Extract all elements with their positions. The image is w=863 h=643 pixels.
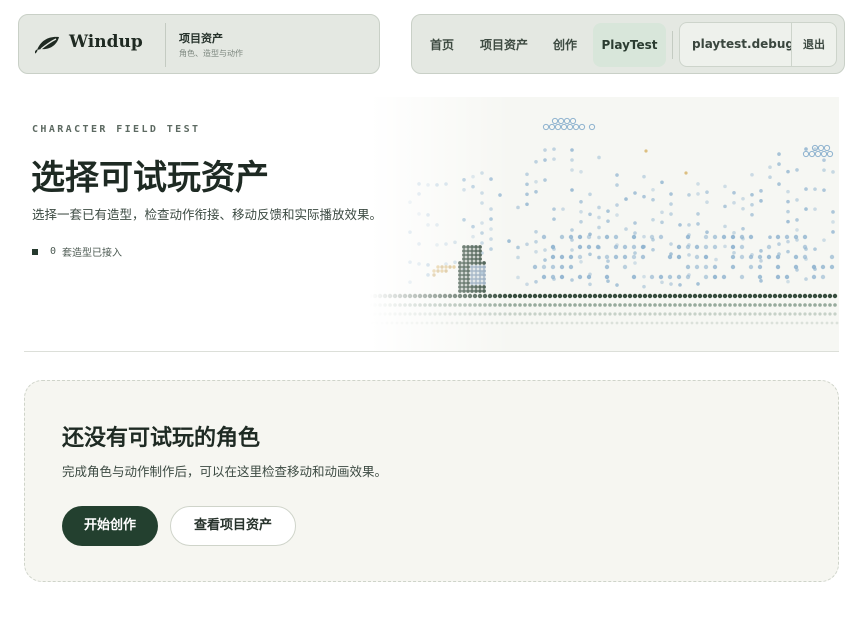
start-creating-button[interactable]: 开始创作 [62, 506, 158, 546]
nav-item-create[interactable]: 创作 [545, 23, 585, 67]
empty-state-title: 还没有可试玩的角色 [62, 425, 261, 451]
asset-count-number: 0 [50, 246, 57, 257]
brand-divider [165, 23, 166, 67]
nav-item-project-assets[interactable]: 项目资产 [472, 23, 536, 67]
empty-state-card: 还没有可试玩的角色 完成角色与动作制作后，可以在这里检查移动和动画效果。 开始创… [24, 380, 839, 582]
brand-section-title: 项目资产 [179, 32, 223, 45]
brand-section-subtitle: 角色、造型与动作 [179, 49, 243, 58]
asset-count: 0 套造型已接入 [32, 244, 122, 259]
count-square-icon [32, 248, 38, 255]
hero-divider [24, 351, 839, 352]
nav-divider [672, 31, 673, 59]
pixel-field-illustration [370, 97, 839, 351]
leaf-bird-icon [35, 36, 59, 54]
brand-card[interactable]: Windup 项目资产 角色、造型与动作 [18, 14, 380, 74]
nav-item-home[interactable]: 首页 [422, 23, 462, 67]
logout-button[interactable]: 退出 [791, 23, 836, 66]
brand-name: Windup [69, 32, 143, 52]
empty-state-description: 完成角色与动作制作后，可以在这里检查移动和动画效果。 [62, 464, 388, 479]
nav-item-playtest[interactable]: PlayTest [593, 23, 666, 67]
main-nav: 首页 项目资产 创作 PlayTest playtest.debug.2 退出 [411, 14, 845, 74]
view-project-assets-button[interactable]: 查看项目资产 [170, 506, 296, 546]
asset-count-label: 套造型已接入 [62, 248, 123, 259]
hero-description: 选择一套已有造型，检查动作衔接、移动反馈和实际播放效果。 [32, 207, 383, 222]
user-box: playtest.debug.2 退出 [679, 22, 837, 67]
user-name[interactable]: playtest.debug.2 [692, 23, 792, 66]
page-title: 选择可试玩资产 [31, 158, 269, 198]
hero-eyebrow: CHARACTER FIELD TEST [32, 124, 201, 135]
